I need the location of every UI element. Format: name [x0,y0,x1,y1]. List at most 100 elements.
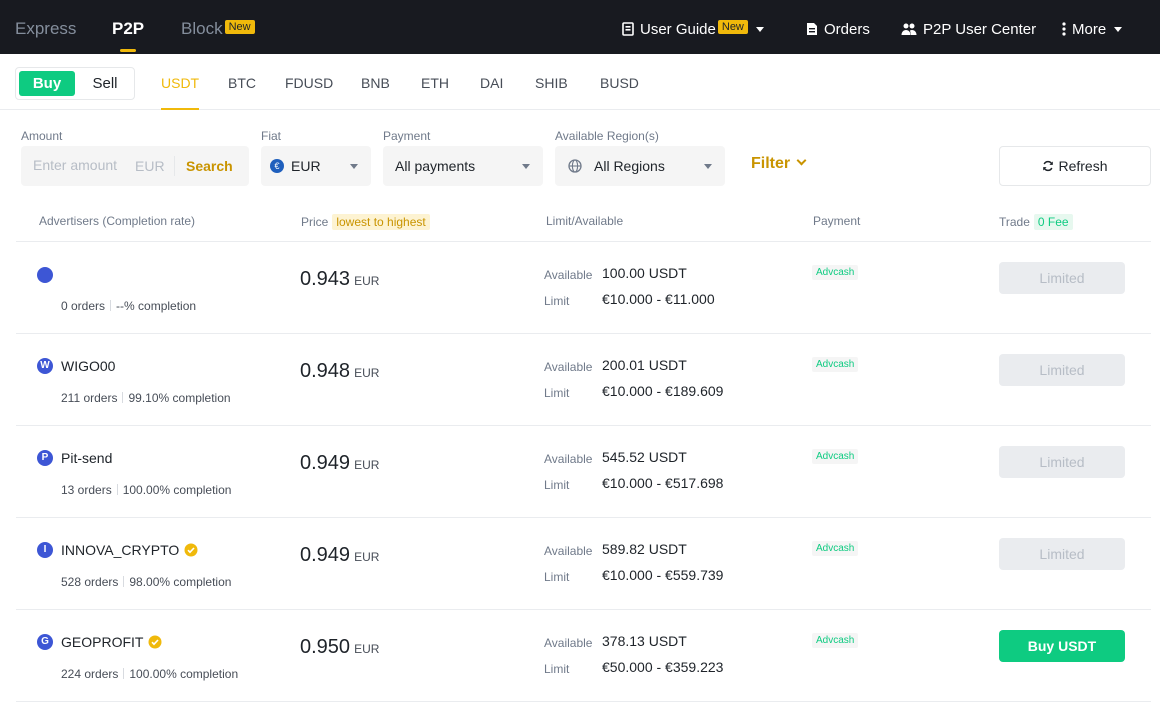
more-label: More [1072,21,1107,38]
chevron-down-icon [755,27,764,32]
crypto-tab-busd[interactable]: BUSD [600,54,639,110]
crypto-tab-usdt[interactable]: USDT [161,54,200,110]
order-count: 224 orders [61,667,119,681]
new-badge: New [717,20,748,34]
chevron-down-icon [704,164,712,169]
advert-row: W WIGO00 211 orders 99.10% completion 0.9… [16,334,1151,426]
advertiser-name-text: INNOVA_CRYPTO [61,542,180,558]
orders-link[interactable]: Orders [806,0,870,54]
price: 0.949 EUR [300,544,379,567]
advertiser-name[interactable]: INNOVA_CRYPTO [61,542,198,558]
advertiser-name[interactable]: GEOPROFIT [61,634,162,650]
limit-label: Limit [544,294,570,308]
price-currency: EUR [354,642,380,656]
completion-rate: --% completion [116,299,197,313]
tab-block-label: Block [181,19,223,38]
completion-rate: 100.00% completion [129,667,239,681]
p2p-user-center-link[interactable]: P2P User Center [901,0,1036,54]
advertiser-stats: 528 orders 98.00% completion [61,575,231,589]
avatar: P [37,450,53,466]
divider [122,392,124,403]
verified-badge-icon [184,543,198,557]
book-icon [622,22,634,36]
price-currency: EUR [354,274,380,288]
limit-value: €10.000 - €11.000 [602,291,715,307]
chevron-down-icon [796,155,807,166]
tab-p2p[interactable]: P2P [112,0,144,54]
available-label: Available [544,636,593,650]
price: 0.948 EUR [300,360,379,383]
price-value: 0.948 [300,360,351,382]
avatar: G [37,634,53,650]
avatar: I [37,542,53,558]
payment-select[interactable]: All payments [383,146,543,186]
more-menu[interactable]: More [1062,0,1123,54]
crypto-tab-btc[interactable]: BTC [228,54,256,110]
avatar [37,267,53,283]
divider [123,668,125,679]
search-button[interactable]: Search [186,158,233,174]
crypto-tab-dai[interactable]: DAI [480,54,503,110]
document-icon [807,23,817,35]
header-payment: Payment [813,214,861,228]
divider [116,484,118,495]
crypto-tab-eth[interactable]: ETH [421,54,449,110]
advert-row: P Pit-send 13 orders 100.00% completion 0… [16,426,1151,518]
completion-rate: 99.10% completion [128,391,231,405]
chevron-down-icon [1114,27,1123,32]
amount-input[interactable] [33,157,133,173]
globe-icon [568,159,582,173]
fiat-select[interactable]: € EUR [261,146,371,186]
trade-button[interactable]: Limited [999,354,1125,386]
amount-unit: EUR [135,158,165,174]
chevron-down-icon [522,164,530,169]
user-guide-menu[interactable]: User Guide New [622,0,764,54]
header-advertisers: Advertisers (Completion rate) [39,214,196,228]
price-value: 0.949 [300,544,351,566]
filter-toggle[interactable]: Filter [751,155,807,173]
available-label: Available [544,452,593,466]
refresh-button[interactable]: Refresh [999,146,1151,186]
crypto-tab-fdusd[interactable]: FDUSD [285,54,333,110]
divider [174,156,175,176]
header-trade-label: Trade [999,215,1030,229]
crypto-tab-bnb[interactable]: BNB [361,54,390,110]
divider [110,300,112,311]
completion-rate: 98.00% completion [129,575,232,589]
users-icon [901,23,917,35]
trade-button[interactable]: Buy USDT [999,630,1125,662]
completion-rate: 100.00% completion [122,483,232,497]
payment-method-tag: Advcash [812,449,859,464]
orders-label: Orders [824,21,870,38]
trade-button[interactable]: Limited [999,538,1125,570]
advertiser-name-text: GEOPROFIT [61,634,144,650]
fiat-value: EUR [291,158,321,174]
sell-toggle-button[interactable]: Sell [78,71,132,96]
crypto-tab-shib[interactable]: SHIB [535,54,568,110]
new-badge: New [224,20,255,34]
limit-value: €50.000 - €359.223 [602,659,724,675]
price: 0.943 EUR [300,268,379,291]
top-nav: Express P2P Block New User Guide New Order… [0,0,1160,54]
fiat-label: Fiat [261,129,282,143]
trade-button[interactable]: Limited [999,262,1125,294]
filter-label: Filter [751,155,791,172]
tab-block[interactable]: Block New [181,0,255,54]
limit-label: Limit [544,478,570,492]
price-value: 0.950 [300,636,351,658]
tab-express[interactable]: Express [15,0,76,54]
price: 0.950 EUR [300,636,379,659]
buy-toggle-button[interactable]: Buy [19,71,75,96]
header-price[interactable]: Price lowest to highest [301,214,430,230]
verified-badge-icon [148,635,162,649]
payment-method-tag: Advcash [812,265,859,280]
price-value: 0.943 [300,268,351,290]
advert-row: G GEOPROFIT 224 orders 100.00% completion… [16,610,1151,702]
advert-row: 0 orders --% completion 0.943 EUR Availabl… [16,242,1151,334]
order-count: 528 orders [61,575,119,589]
euro-icon: € [270,159,284,173]
trade-button[interactable]: Limited [999,446,1125,478]
region-select[interactable]: All Regions [555,146,725,186]
advertiser-name[interactable]: Pit-send [61,450,112,466]
advertiser-name[interactable]: WIGO00 [61,358,115,374]
